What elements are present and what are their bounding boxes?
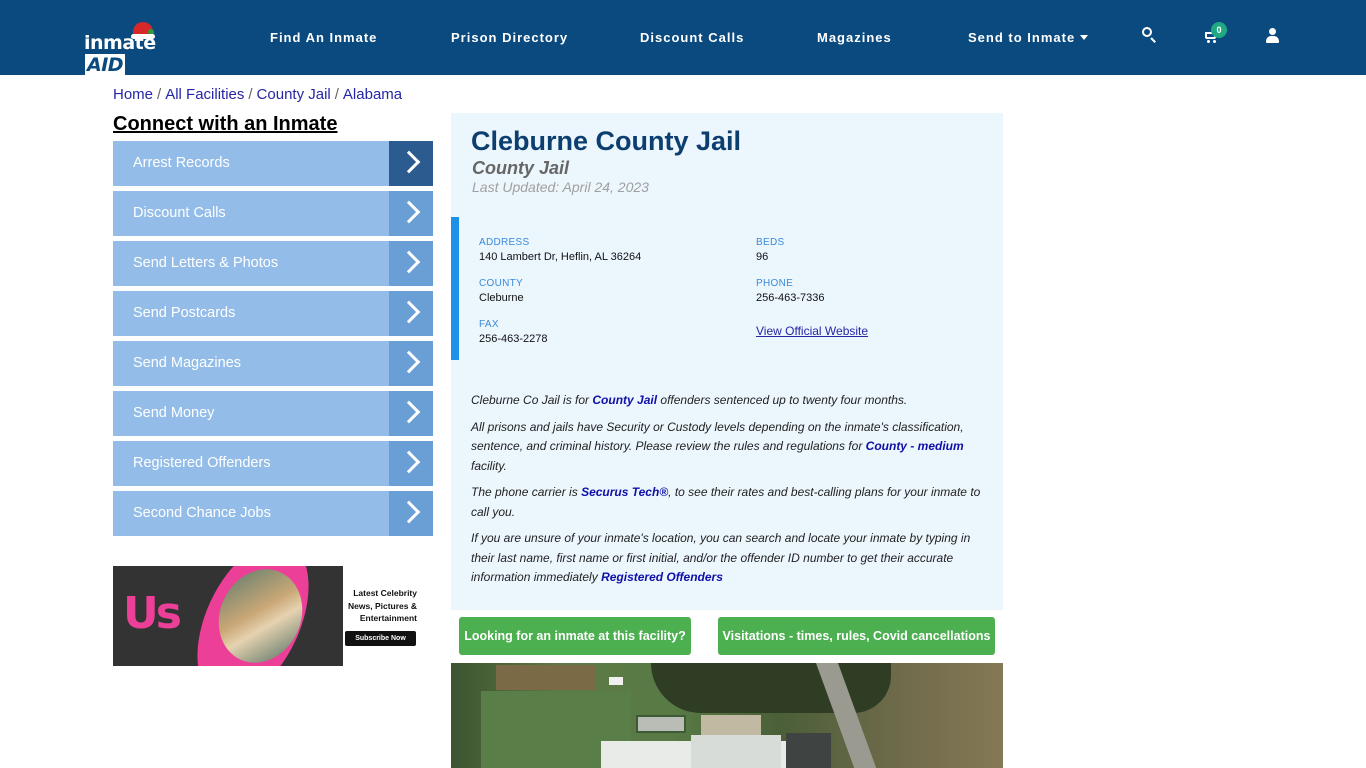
fax-field: FAX 256-463-2278 xyxy=(479,319,548,345)
nav-discount-calls[interactable]: Discount Calls xyxy=(640,30,744,45)
county-value: Cleburne xyxy=(479,292,524,304)
website-field: View Official Website xyxy=(756,321,868,338)
county-medium-link[interactable]: County - medium xyxy=(866,439,964,453)
county-jail-link[interactable]: County Jail xyxy=(592,393,657,407)
address-value: 140 Lambert Dr, Heflin, AL 36264 xyxy=(479,251,642,263)
sidebar-item-label: Discount Calls xyxy=(133,205,226,221)
sidebar-item-send-letters-photos[interactable]: Send Letters & Photos xyxy=(113,241,433,286)
breadcrumb-all-facilities[interactable]: All Facilities xyxy=(165,86,244,103)
caret-down-icon xyxy=(1080,35,1089,40)
view-official-website-link[interactable]: View Official Website xyxy=(756,324,868,338)
visitations-button[interactable]: Visitations - times, rules, Covid cancel… xyxy=(718,617,995,655)
sidebar-item-registered-offenders[interactable]: Registered Offenders xyxy=(113,441,433,486)
sidebar-item-label: Second Chance Jobs xyxy=(133,505,271,521)
sidebar-item-send-postcards[interactable]: Send Postcards xyxy=(113,291,433,336)
sidebar-item-discount-calls[interactable]: Discount Calls xyxy=(113,191,433,236)
facility-type: County Jail xyxy=(472,158,570,178)
securus-tech-link[interactable]: Securus Tech® xyxy=(581,485,668,499)
description-paragraph: If you are unsure of your inmate's locat… xyxy=(471,531,971,584)
user-icon[interactable] xyxy=(1266,28,1286,48)
ad-subscribe-button[interactable]: Subscribe Now xyxy=(345,631,416,646)
chevron-right-icon xyxy=(389,441,433,486)
nav-send-to-inmate-label: Send to Inmate xyxy=(968,30,1076,45)
breadcrumb-county-jail[interactable]: County Jail xyxy=(257,86,331,103)
sidebar-item-label: Send Letters & Photos xyxy=(133,255,279,271)
last-updated: Last Updated: April 24, 2023 xyxy=(472,179,649,195)
phone-label: PHONE xyxy=(756,278,794,289)
facility-description: Cleburne Co Jail is for County Jail offe… xyxy=(471,391,981,595)
info-accent-bar xyxy=(451,217,459,360)
cart-count-badge: 0 xyxy=(1211,22,1227,38)
address-field: ADDRESS 140 Lambert Dr, Heflin, AL 36264 xyxy=(479,237,641,263)
breadcrumb-alabama[interactable]: Alabama xyxy=(343,86,402,103)
search-icon[interactable] xyxy=(1141,26,1161,46)
inmateaid-logo[interactable]: inmateAID xyxy=(84,22,184,76)
sidebar-title: Connect with an Inmate xyxy=(113,113,338,135)
facility-aerial-photo xyxy=(451,663,1003,768)
sidebar-item-label: Arrest Records xyxy=(133,155,230,171)
sidebar-menu: Arrest Records Discount Calls Send Lette… xyxy=(113,141,433,541)
chevron-right-icon xyxy=(389,191,433,236)
beds-value: 96 xyxy=(756,251,769,263)
sidebar-item-label: Send Money xyxy=(133,405,215,421)
county-label: COUNTY xyxy=(479,278,524,289)
county-field: COUNTY Cleburne xyxy=(479,278,524,304)
sidebar-item-label: Registered Offenders xyxy=(133,455,271,471)
ad-headline: Latest Celebrity News, Pictures & Entert… xyxy=(348,588,417,623)
top-navbar: inmateAID Find An Inmate Prison Director… xyxy=(0,0,1366,76)
fax-value: 256-463-2278 xyxy=(479,333,548,345)
fax-label: FAX xyxy=(479,319,499,330)
beds-label: BEDS xyxy=(756,237,785,248)
us-weekly-logo: Us xyxy=(123,588,182,639)
description-paragraph: Cleburne Co Jail is for County Jail offe… xyxy=(471,393,908,407)
nav-find-an-inmate[interactable]: Find An Inmate xyxy=(270,30,377,45)
chevron-right-icon xyxy=(389,341,433,386)
sidebar-item-send-money[interactable]: Send Money xyxy=(113,391,433,436)
sidebar-item-second-chance-jobs[interactable]: Second Chance Jobs xyxy=(113,491,433,536)
breadcrumb: Home / All Facilities / County Jail / Alabama xyxy=(113,86,403,103)
breadcrumb-home[interactable]: Home xyxy=(113,86,153,103)
sidebar-item-arrest-records[interactable]: Arrest Records xyxy=(113,141,433,186)
find-inmate-at-facility-button[interactable]: Looking for an inmate at this facility? xyxy=(459,617,691,655)
chevron-right-icon xyxy=(389,141,433,186)
sidebar-item-label: Send Postcards xyxy=(133,305,236,321)
us-weekly-ad-banner[interactable]: Us Latest Celebrity News, Pictures & Ent… xyxy=(113,566,433,666)
nav-magazines[interactable]: Magazines xyxy=(817,30,892,45)
logo-accent: AID xyxy=(85,54,126,76)
facility-name: Cleburne County Jail xyxy=(471,126,742,156)
description-paragraph: The phone carrier is Securus Tech®, to s… xyxy=(471,485,981,519)
chevron-right-icon xyxy=(389,391,433,436)
chevron-right-icon xyxy=(389,491,433,536)
registered-offenders-link[interactable]: Registered Offenders xyxy=(601,570,723,584)
description-paragraph: All prisons and jails have Security or C… xyxy=(471,419,964,473)
nav-send-to-inmate[interactable]: Send to Inmate xyxy=(968,30,1089,45)
phone-field: PHONE 256-463-7336 xyxy=(756,278,825,304)
chevron-right-icon xyxy=(389,291,433,336)
chevron-right-icon xyxy=(389,241,433,286)
nav-prison-directory[interactable]: Prison Directory xyxy=(451,30,568,45)
sidebar-item-label: Send Magazines xyxy=(133,355,242,371)
sidebar-item-send-magazines[interactable]: Send Magazines xyxy=(113,341,433,386)
phone-value: 256-463-7336 xyxy=(756,292,825,304)
beds-field: BEDS 96 xyxy=(756,237,784,263)
facility-card: Cleburne County Jail County Jail Last Up… xyxy=(451,113,1003,610)
logo-text: inmate xyxy=(84,32,156,54)
address-label: ADDRESS xyxy=(479,237,530,248)
